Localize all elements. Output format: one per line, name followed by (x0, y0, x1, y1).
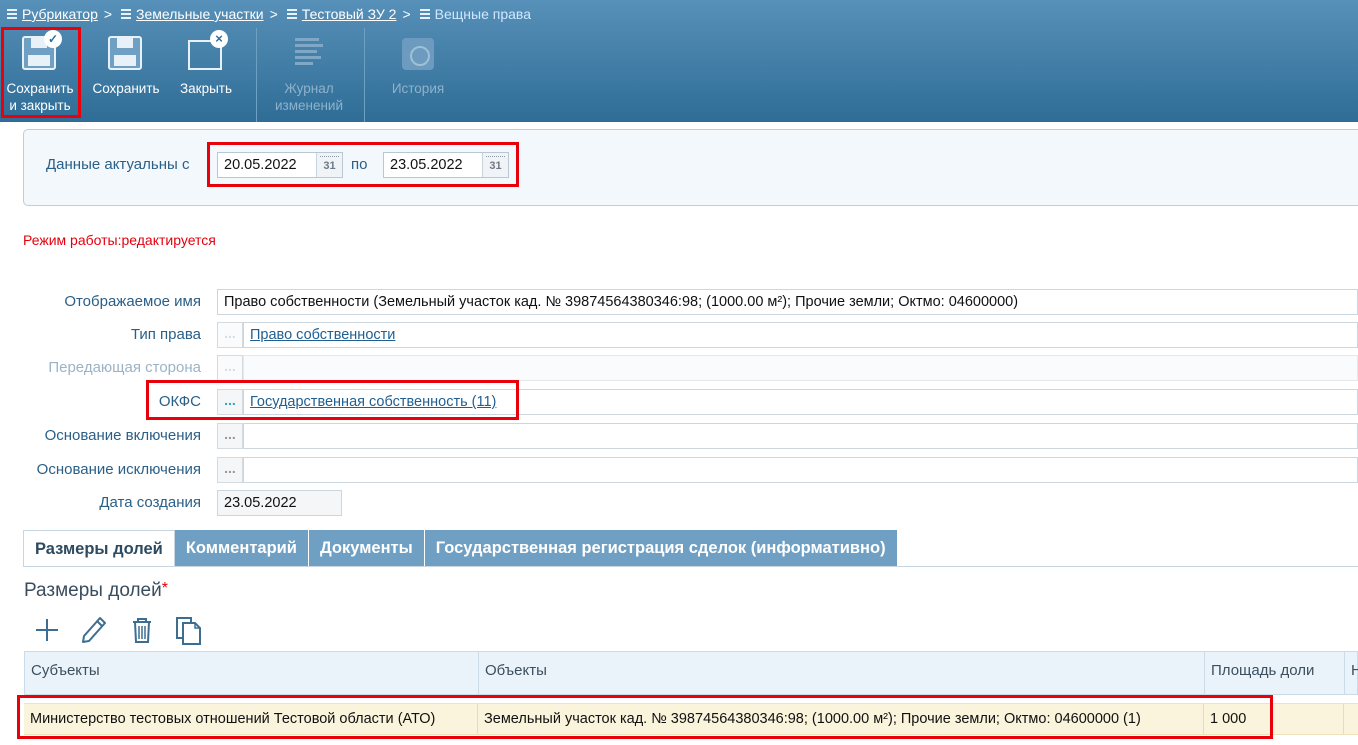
toolbar: ✓ Сохранить и закрыть Сохранить × Закрыт… (0, 28, 1358, 122)
table-row[interactable]: Министерство тестовых отношений Тестовой… (24, 703, 1358, 735)
tab-bar: Размеры долей Комментарий Документы Госу… (23, 530, 898, 566)
column-header-subjects[interactable]: Субъекты (25, 652, 479, 694)
exclusion-basis-picker-button[interactable]: ... (217, 457, 243, 483)
required-mark: * (161, 580, 168, 597)
close-window-icon: × (186, 30, 228, 74)
breadcrumb-test-plot[interactable]: Тестовый ЗУ 2 (302, 6, 397, 22)
column-header-next[interactable]: Н (1345, 652, 1358, 694)
breadcrumb-rubricator[interactable]: Рубрикатор (22, 6, 98, 22)
transferring-party-label: Передающая сторона (48, 359, 201, 376)
right-type-label: Тип права (130, 326, 201, 343)
column-header-share-area[interactable]: Площадь доли (1205, 652, 1345, 694)
created-date-label: Дата создания (99, 494, 201, 511)
tab-share-sizes[interactable]: Размеры долей (23, 530, 175, 566)
right-type-link[interactable]: Право собственности (250, 327, 395, 343)
save-label: Сохранить (92, 81, 160, 96)
display-name-label: Отображаемое имя (64, 293, 201, 310)
tab-divider (23, 566, 1358, 567)
document-icon (120, 8, 132, 20)
change-log-label-1: Журнал (284, 81, 334, 96)
shares-table: Субъекты Объекты Площадь доли Н Министер… (24, 651, 1358, 735)
add-icon[interactable] (31, 614, 63, 646)
inclusion-basis-field[interactable] (243, 423, 1358, 449)
edit-pencil-icon[interactable] (78, 614, 110, 646)
tab-state-registration[interactable]: Государственная регистрация сделок (инфо… (424, 530, 898, 566)
change-log-label-2: изменений (274, 98, 344, 113)
period-label: Данные актуальны с (46, 156, 190, 173)
cell-subject: Министерство тестовых отношений Тестовой… (24, 704, 478, 734)
list-icon (6, 8, 18, 20)
period-to-label: по (351, 156, 368, 173)
exclusion-basis-field[interactable] (243, 457, 1358, 483)
journal-icon (289, 34, 329, 74)
breadcrumb-separator: > (103, 6, 113, 22)
save-and-close-label-1: Сохранить (6, 81, 74, 96)
record-icon (286, 8, 298, 20)
tab-documents[interactable]: Документы (308, 530, 425, 566)
exclusion-basis-label: Основание исключения (36, 461, 201, 478)
column-header-objects[interactable]: Объекты (479, 652, 1205, 694)
date-to-input[interactable]: 23.05.2022 31 (383, 152, 509, 178)
calendar-icon[interactable]: 31 (482, 153, 508, 177)
date-from-value: 20.05.2022 (224, 157, 297, 173)
save-and-close-button[interactable]: ✓ Сохранить и закрыть (3, 28, 77, 118)
close-button[interactable]: × Закрыть (172, 28, 240, 118)
history-button[interactable]: История (378, 28, 458, 118)
record-icon (419, 8, 431, 20)
right-type-field[interactable]: Право собственности (243, 322, 1358, 348)
calendar-icon[interactable]: 31 (316, 153, 342, 177)
copy-icon[interactable] (172, 614, 204, 646)
delete-trash-icon[interactable] (126, 614, 158, 646)
breadcrumb-land-plots[interactable]: Земельные участки (136, 6, 264, 22)
display-name-field[interactable]: Право собственности (Земельный участок к… (217, 289, 1358, 315)
cell-share-area: 1 000 (1204, 704, 1344, 734)
breadcrumb-separator: > (269, 6, 278, 22)
date-to-value: 23.05.2022 (390, 157, 463, 173)
save-and-close-label-2: и закрыть (9, 98, 71, 113)
inclusion-basis-picker-button[interactable]: ... (217, 423, 243, 449)
cell-object: Земельный участок кад. № 39874564380346:… (478, 704, 1204, 734)
created-date-field: 23.05.2022 (217, 490, 342, 516)
history-icon (398, 34, 438, 74)
breadcrumb-current: Вещные права (434, 6, 531, 22)
okfs-picker-button[interactable]: ... (217, 389, 243, 415)
floppy-disk-icon (106, 34, 146, 74)
close-label: Закрыть (180, 81, 232, 96)
inclusion-basis-label: Основание включения (44, 427, 201, 444)
date-from-input[interactable]: 20.05.2022 31 (217, 152, 343, 178)
right-type-picker-button[interactable]: ... (217, 322, 243, 348)
breadcrumb: Рубрикатор > Земельные участки > Тестовы… (0, 0, 1358, 28)
okfs-field[interactable]: Государственная собственность (11) (243, 389, 1358, 415)
breadcrumb-separator: > (402, 6, 411, 22)
toolbar-divider (364, 28, 365, 122)
save-check-icon: ✓ (20, 30, 62, 74)
save-button[interactable]: Сохранить (88, 28, 164, 118)
history-label: История (391, 81, 445, 96)
mode-status: Режим работы:редактируется (23, 232, 216, 248)
section-title-text: Размеры долей (24, 580, 162, 601)
okfs-link[interactable]: Государственная собственность (11) (250, 394, 496, 410)
cell-next (1344, 704, 1358, 734)
top-bar: Рубрикатор > Земельные участки > Тестовы… (0, 0, 1358, 122)
transferring-party-picker-button[interactable]: ... (217, 355, 243, 381)
transferring-party-field (243, 355, 1358, 381)
section-title: Размеры долей* (24, 580, 168, 602)
table-header: Субъекты Объекты Площадь доли Н (24, 651, 1358, 695)
tab-comment[interactable]: Комментарий (174, 530, 309, 566)
toolbar-divider (256, 28, 257, 122)
change-log-button[interactable]: Журнал изменений (266, 28, 352, 118)
okfs-label: ОКФС (158, 393, 201, 410)
